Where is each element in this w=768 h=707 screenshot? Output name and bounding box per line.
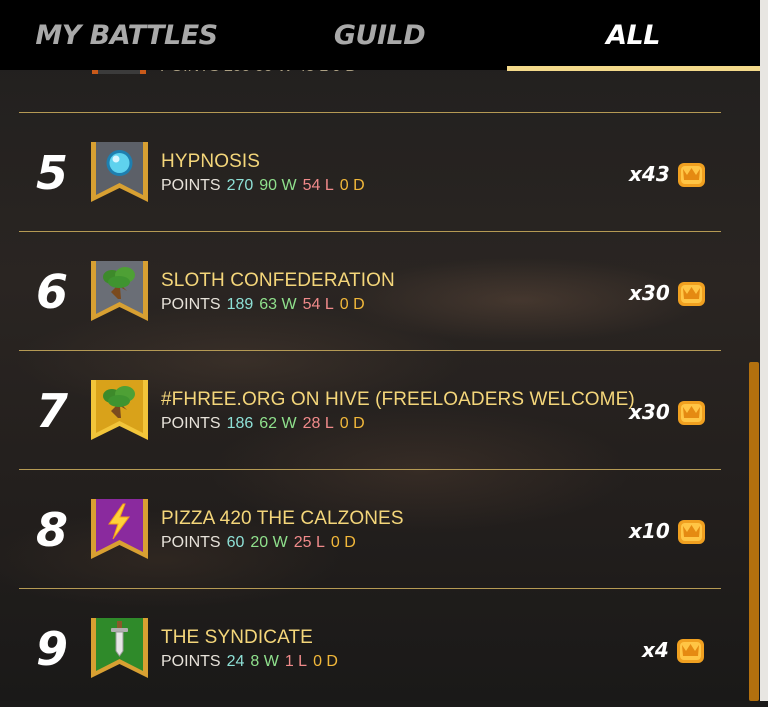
losses-value: 25 L <box>293 534 325 551</box>
points-value: 60 <box>226 534 245 551</box>
tree-icon <box>91 380 148 440</box>
guild-stats: POINTS 270 90 W 54 L 0 D <box>161 177 371 195</box>
leaderboard-row[interactable]: 7 #FHREE.ORG ON HIVE (FREELOADERS WELCOM… <box>0 351 760 469</box>
reward-multiplier: x30 <box>629 400 670 424</box>
guild-stats: POINTS 24 8 W 1 L 0 D <box>161 653 344 671</box>
losses-value: 54 L <box>302 296 334 313</box>
sword-icon <box>91 618 148 678</box>
points-label: POINTS <box>161 177 221 194</box>
tab-all[interactable]: ALL <box>506 0 760 70</box>
guild-stats: POINTS 189 63 W 54 L 0 D <box>161 296 371 314</box>
leaderboard-row[interactable]: 6 SLOTH CONFEDERATION POINTS 189 63 W 54 L 0… <box>0 232 760 350</box>
leaderboard-row[interactable]: 9 THE SYNDICATE POINTS 24 8 W 1 L 0 D x4 <box>0 589 760 707</box>
losses-value: 28 L <box>302 415 334 432</box>
draws-value: 0 D <box>330 534 356 551</box>
points-value: 189 <box>226 296 254 313</box>
chest-icon <box>677 400 705 425</box>
rank-number: 6 <box>35 265 68 319</box>
reward-multiplier: x30 <box>629 281 670 305</box>
losses-value: 54 L <box>302 177 334 194</box>
reward-multiplier: x4 <box>642 638 669 662</box>
wins-value: 20 W <box>250 534 288 551</box>
tree-icon <box>91 261 148 321</box>
chest-icon <box>677 281 705 306</box>
reward-multiplier: x10 <box>629 519 670 543</box>
rank-number: 7 <box>35 384 68 438</box>
reward: x30 <box>629 395 707 429</box>
points-label: POINTS <box>161 296 221 313</box>
crystal-orb-icon <box>91 142 148 202</box>
tab-bar: MY BATTLES GUILD ALL <box>0 0 760 70</box>
draws-value: 0 D <box>339 415 365 432</box>
chest-icon <box>676 638 704 663</box>
guild-stats: POINTS 60 20 W 25 L 0 D <box>161 534 362 552</box>
draws-value: 0 D <box>313 653 338 670</box>
chest-icon <box>677 519 705 544</box>
points-label: POINTS <box>161 534 221 551</box>
guild-stats: POINTS 186 62 W 28 L 0 D <box>161 415 371 433</box>
draws-value: 0 D <box>339 177 365 194</box>
leaderboard-row[interactable]: 8 PIZZA 420 THE CALZONES POINTS 60 20 W 25 … <box>0 470 760 588</box>
reward-multiplier: x43 <box>629 162 670 186</box>
rank-number: 9 <box>35 622 68 676</box>
rank-number: 5 <box>35 146 68 200</box>
points-value: 270 <box>226 177 254 194</box>
rank-number: 8 <box>35 503 68 557</box>
chest-icon <box>677 162 705 187</box>
losses-value: 1 L <box>284 653 308 670</box>
guild-name[interactable]: THE SYNDICATE <box>161 627 313 649</box>
guild-name[interactable]: PIZZA 420 THE CALZONES <box>161 508 404 530</box>
points-label: POINTS <box>161 653 221 670</box>
active-tab-indicator <box>507 66 760 71</box>
reward: x4 <box>642 633 706 667</box>
guild-name[interactable]: SLOTH CONFEDERATION <box>161 270 395 292</box>
points-label: POINTS <box>161 415 221 432</box>
points-value: 24 <box>226 653 245 670</box>
reward: x10 <box>629 514 707 548</box>
lightning-icon <box>91 499 148 559</box>
leaderboard-row[interactable]: 5 HYPNOSIS POINTS 270 90 W 54 L 0 D x43 <box>0 113 760 231</box>
guild-name[interactable]: #FHREE.ORG ON HIVE (FREELOADERS WELCOME) <box>161 389 635 411</box>
wins-value: 90 W <box>259 177 297 194</box>
wins-value: 8 W <box>250 653 279 670</box>
reward: x30 <box>629 276 707 310</box>
wins-value: 63 W <box>259 296 297 313</box>
guild-name[interactable]: HYPNOSIS <box>161 151 260 173</box>
draws-value: 0 D <box>339 296 365 313</box>
tab-guild[interactable]: GUILD <box>253 0 506 70</box>
tab-my-battles[interactable]: MY BATTLES <box>0 0 253 70</box>
reward: x43 <box>629 157 707 191</box>
points-value: 186 <box>226 415 254 432</box>
window-edge <box>760 0 768 701</box>
wins-value: 62 W <box>259 415 297 432</box>
